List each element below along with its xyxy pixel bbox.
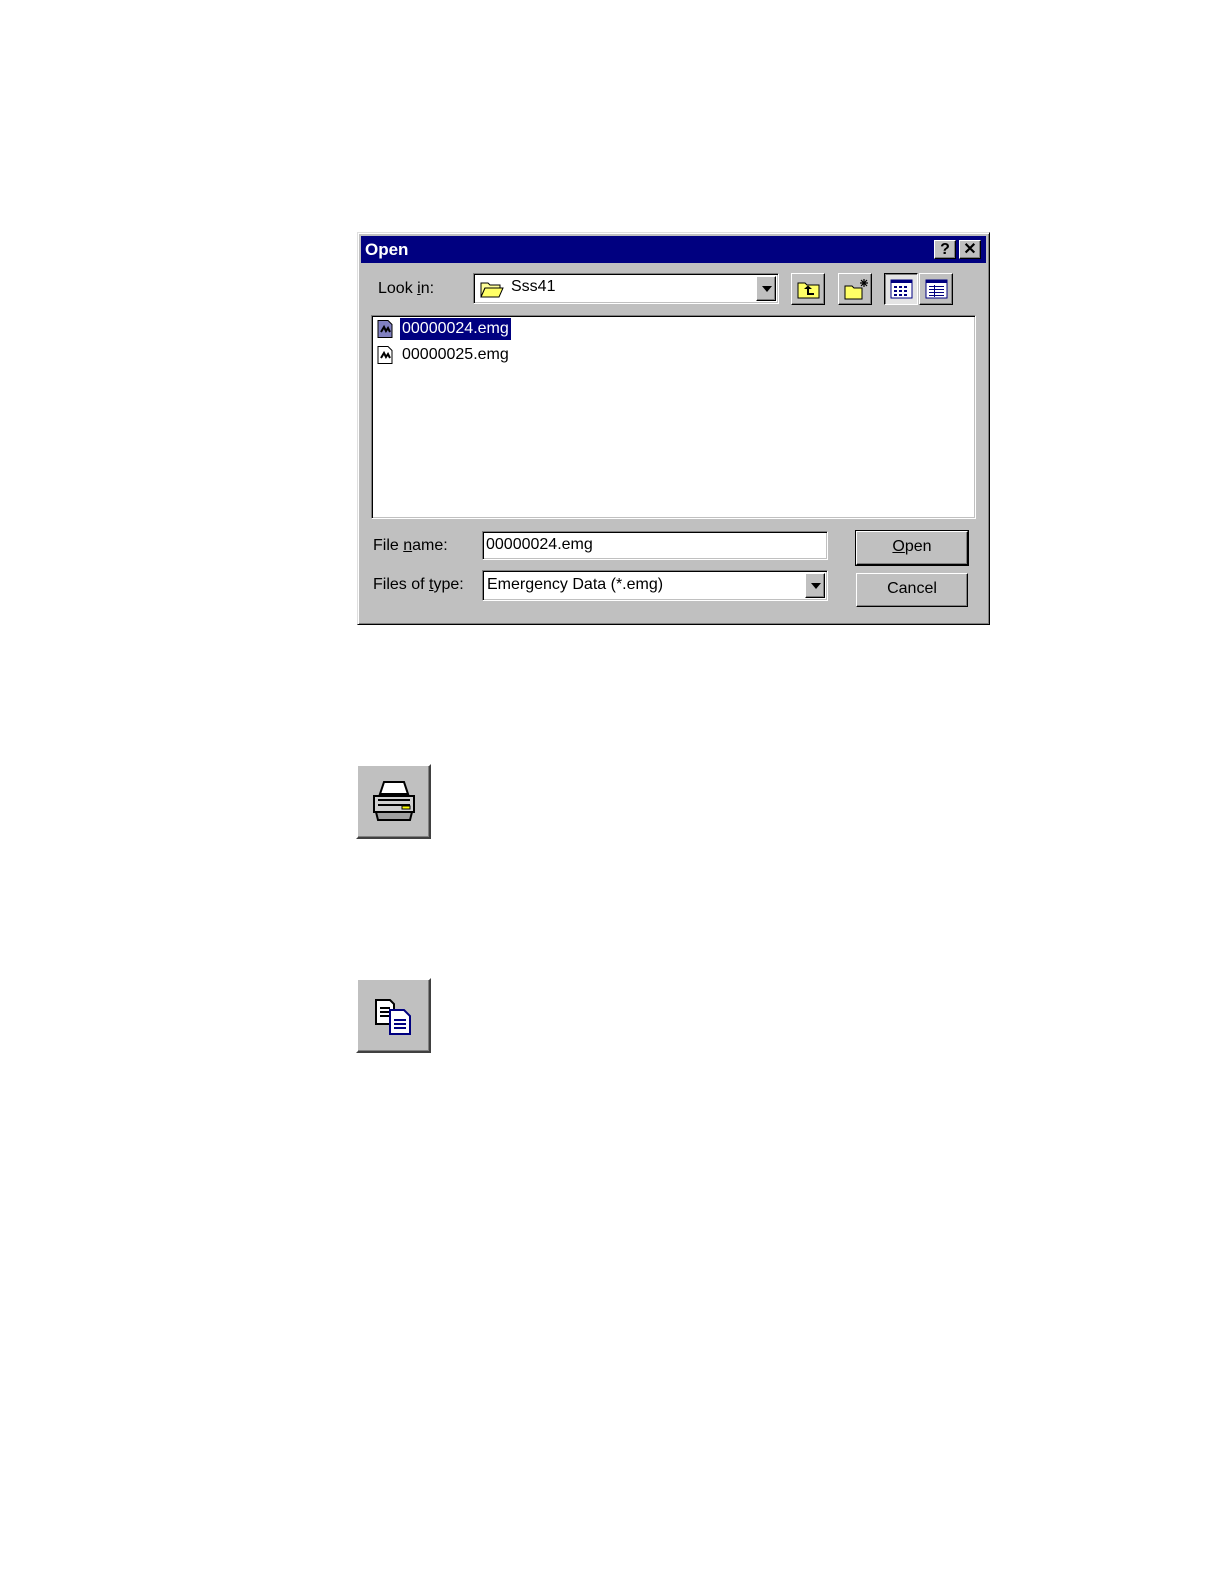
file-list[interactable]: 00000024.emg 00000025.emg (371, 315, 976, 519)
printer-icon (373, 781, 415, 821)
files-of-type-combo[interactable]: Emergency Data (*.emg) (482, 570, 828, 601)
details-view-button[interactable] (919, 273, 953, 305)
look-in-label: Look in: (378, 280, 435, 297)
folder-icon (480, 279, 504, 304)
close-button[interactable]: ✕ (959, 240, 981, 259)
files-of-type-label: Files of type: (373, 576, 464, 593)
print-button[interactable] (356, 764, 431, 839)
look-in-combo[interactable]: Sss41 (473, 273, 779, 304)
file-name: 00000024.emg (399, 317, 512, 341)
copy-button[interactable] (356, 978, 431, 1053)
file-name: 00000025.emg (402, 346, 509, 363)
up-one-level-icon (797, 282, 820, 299)
details-view-icon (925, 279, 948, 299)
look-in-value: Sss41 (511, 278, 556, 295)
file-name-label: File name: (373, 537, 448, 554)
look-in-dropdown-arrow[interactable] (756, 276, 776, 301)
files-of-type-value: Emergency Data (*.emg) (487, 576, 664, 593)
emg-file-icon (376, 346, 396, 369)
files-of-type-dropdown-arrow[interactable] (805, 573, 825, 598)
cancel-button[interactable]: Cancel (856, 573, 968, 607)
file-name-value: 00000024.emg (486, 536, 593, 553)
emg-file-icon (376, 320, 396, 343)
dialog-title: Open (365, 240, 409, 259)
file-name-input[interactable]: 00000024.emg (482, 531, 828, 560)
copy-icon (375, 999, 411, 1035)
list-view-button[interactable] (884, 273, 918, 305)
open-dialog: Open ? ✕ Look in: Sss41 00000024.emg 000… (357, 232, 990, 625)
list-view-icon (890, 279, 913, 299)
title-bar[interactable]: Open ? ✕ (361, 236, 986, 263)
up-one-level-button[interactable] (791, 273, 825, 305)
help-button[interactable]: ? (934, 240, 956, 259)
create-new-folder-button[interactable] (838, 273, 872, 305)
open-button[interactable]: Open (855, 530, 969, 566)
new-folder-icon (844, 279, 868, 300)
